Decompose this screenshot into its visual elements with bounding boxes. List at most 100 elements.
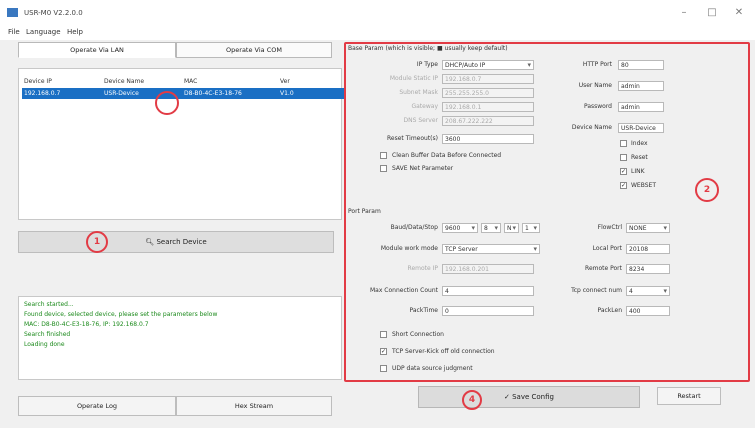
local-port-field[interactable]: 20108	[626, 244, 670, 254]
username-field[interactable]: admin	[618, 81, 664, 91]
ip-type-label: IP Type	[416, 61, 438, 68]
search-device-label: Search Device	[156, 238, 207, 246]
clean-buffer-label: Clean Buffer Data Before Connected	[392, 152, 502, 159]
webset-label: WEBSET	[631, 182, 656, 189]
restart-button[interactable]: Restart	[657, 387, 721, 405]
packlen-field[interactable]: 400	[626, 306, 670, 316]
save-config-button[interactable]: ✓ Save Config	[418, 386, 640, 408]
clean-buffer-checkbox[interactable]	[380, 152, 387, 159]
annotation-1: 1	[86, 231, 108, 253]
reset-timeout-label: Reset Timeout(s)	[387, 135, 438, 142]
window-title: USR-M0 V2.2.0.0	[24, 9, 83, 17]
packtime-label: PackTime	[409, 307, 438, 314]
link-checkbox[interactable]: ✓	[620, 168, 627, 175]
max-connection-label: Max Connection Count	[370, 287, 438, 294]
close-button[interactable]: ✕	[730, 6, 748, 20]
tab-hex-stream[interactable]: Hex Stream	[176, 396, 332, 416]
menu-file[interactable]: File	[8, 28, 20, 36]
baud-select[interactable]: 9600	[442, 223, 478, 233]
udp-check-checkbox[interactable]	[380, 365, 387, 372]
maximize-button[interactable]: □	[703, 6, 721, 20]
minimize-button[interactable]: –	[675, 6, 693, 20]
local-port-label: Local Port	[592, 245, 622, 252]
baud-label: Baud/Data/Stop	[390, 224, 438, 231]
kick-off-checkbox[interactable]: ✓	[380, 348, 387, 355]
subnet-mask-label: Subnet Mask	[399, 89, 438, 96]
reset-checkbox[interactable]	[620, 154, 627, 161]
check-icon: ✓	[504, 393, 513, 401]
dns-server-field[interactable]: 208.67.222.222	[442, 116, 534, 126]
column-header-ver[interactable]: Ver	[280, 78, 290, 85]
log-panel	[18, 296, 342, 380]
annotation-circle-row	[155, 91, 179, 115]
subnet-mask-field[interactable]: 255.255.255.0	[442, 88, 534, 98]
http-port-label: HTTP Port	[582, 61, 612, 68]
password-field[interactable]: admin	[618, 102, 664, 112]
menu-language[interactable]: Language	[26, 28, 61, 36]
remote-port-field[interactable]: 8234	[626, 264, 670, 274]
annotation-4: 4	[462, 390, 482, 410]
work-mode-label: Module work mode	[380, 245, 438, 252]
column-header-mac[interactable]: MAC	[184, 78, 197, 85]
reset-label: Reset	[631, 154, 648, 161]
log-line: MAC: D8-B0-4C-E3-18-76, IP: 192.168.0.7	[24, 321, 149, 328]
column-header-ip[interactable]: Device IP	[24, 78, 52, 85]
remote-port-label: Remote Port	[585, 265, 622, 272]
app-icon	[7, 8, 18, 17]
static-ip-field[interactable]: 192.168.0.7	[442, 74, 534, 84]
flowctrl-select[interactable]: NONE	[626, 223, 670, 233]
table-row[interactable]	[22, 88, 344, 99]
menu-bar	[0, 26, 755, 40]
tcp-connect-num-select[interactable]: 4	[626, 286, 670, 296]
tcp-connect-num-label: Tcp connect num	[571, 287, 622, 294]
max-connection-field[interactable]: 4	[442, 286, 534, 296]
save-net-checkbox[interactable]	[380, 165, 387, 172]
ip-type-select[interactable]: DHCP/Auto IP	[442, 60, 534, 70]
log-line: Loading done	[24, 341, 65, 348]
gateway-label: Gateway	[411, 103, 438, 110]
log-line: Search started...	[24, 301, 74, 308]
column-header-name[interactable]: Device Name	[104, 78, 144, 85]
parity-select[interactable]: N	[504, 223, 519, 233]
static-ip-label: Module Static IP	[389, 75, 438, 82]
tab-operate-log[interactable]: Operate Log	[18, 396, 176, 416]
base-param-header: Base Param (which is visible; ■ usually …	[348, 45, 508, 52]
row-device-mac: D8-B0-4C-E3-18-76	[184, 90, 242, 97]
short-connection-label: Short Connection	[392, 331, 444, 338]
search-device-button[interactable]: 🔍︎ Search Device	[18, 231, 334, 253]
gateway-field[interactable]: 192.168.0.1	[442, 102, 534, 112]
work-mode-select[interactable]: TCP Server	[442, 244, 540, 254]
remote-ip-field[interactable]: 192.168.0.201	[442, 264, 534, 274]
index-checkbox[interactable]	[620, 140, 627, 147]
remote-ip-label: Remote IP	[407, 265, 438, 272]
kick-off-label: TCP Server-Kick off old connection	[392, 348, 495, 355]
row-device-name: USR-Device	[104, 90, 139, 97]
index-label: Index	[631, 140, 648, 147]
data-bits-select[interactable]: 8	[481, 223, 501, 233]
annotation-2: 2	[695, 178, 719, 202]
row-device-ver: V1.0	[280, 90, 294, 97]
device-name-label: Device Name	[571, 124, 612, 131]
log-line: Search finished	[24, 331, 71, 338]
short-connection-checkbox[interactable]	[380, 331, 387, 338]
save-net-label: SAVE Net Parameter	[392, 165, 454, 172]
udp-check-label: UDP data source judgment	[392, 365, 473, 372]
username-label: User Name	[578, 82, 612, 89]
search-icon: 🔍︎	[145, 238, 157, 246]
http-port-field[interactable]: 80	[618, 60, 664, 70]
port-param-header: Port Param	[348, 208, 381, 215]
menu-help[interactable]: Help	[67, 28, 83, 36]
device-name-field[interactable]: USR-Device	[618, 123, 664, 133]
tab-operate-via-com[interactable]: Operate Via COM	[176, 42, 332, 58]
row-device-ip: 192.168.0.7	[24, 90, 61, 97]
packtime-field[interactable]: 0	[442, 306, 534, 316]
stop-bits-select[interactable]: 1	[522, 223, 540, 233]
link-label: LINK	[631, 168, 645, 175]
password-label: Password	[583, 103, 612, 110]
tab-operate-via-lan[interactable]: Operate Via LAN	[18, 42, 176, 58]
reset-timeout-field[interactable]: 3600	[442, 134, 534, 144]
save-config-label: Save Config	[512, 393, 554, 401]
title-bar	[0, 0, 755, 26]
webset-checkbox[interactable]: ✓	[620, 182, 627, 189]
dns-server-label: DNS Server	[403, 117, 439, 124]
